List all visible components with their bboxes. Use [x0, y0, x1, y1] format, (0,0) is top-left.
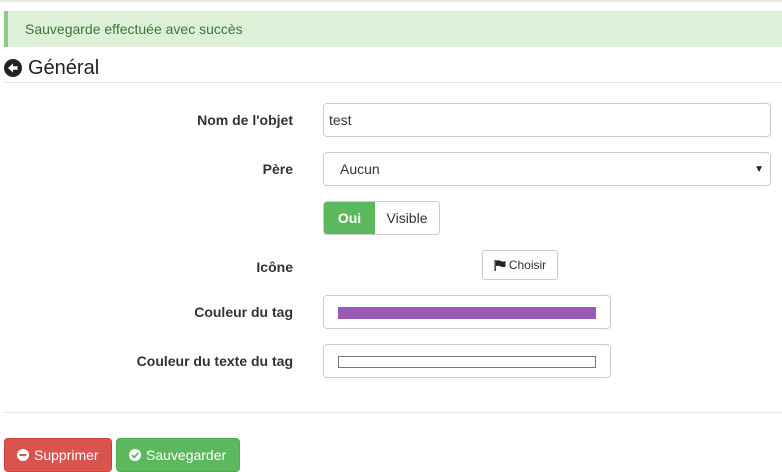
tag-text-color-swatch: [338, 356, 596, 368]
parent-select[interactable]: Aucun ▼: [323, 152, 771, 186]
delete-button-label: Supprimer: [34, 447, 99, 463]
page-title: Général: [4, 56, 99, 80]
tag-text-color-picker[interactable]: [323, 344, 611, 378]
save-button-label: Sauvegarder: [146, 447, 227, 463]
tag-color-label: Couleur du tag: [194, 304, 293, 320]
form-divider: [4, 412, 782, 413]
minus-circle-icon: [17, 449, 29, 461]
success-alert: Sauvegarde effectuée avec succès: [4, 11, 782, 47]
title-divider: [4, 82, 782, 83]
tag-color-swatch: [338, 307, 596, 319]
tag-color-picker[interactable]: [323, 295, 611, 329]
visibility-on-button[interactable]: Oui: [324, 202, 375, 234]
top-border: [0, 0, 782, 2]
parent-select-value: Aucun: [340, 161, 380, 177]
choose-icon-button[interactable]: Choisir: [482, 250, 558, 280]
check-circle-icon: [129, 449, 141, 461]
visibility-visible-button[interactable]: Visible: [375, 202, 439, 234]
visibility-toggle[interactable]: Oui Visible: [323, 201, 440, 235]
object-name-input[interactable]: [323, 103, 771, 137]
save-button[interactable]: Sauvegarder: [116, 438, 240, 472]
page-title-text: Général: [28, 56, 100, 79]
icon-label: Icône: [256, 259, 293, 275]
delete-button[interactable]: Supprimer: [4, 438, 112, 472]
object-name-label: Nom de l'objet: [197, 112, 293, 128]
tag-text-color-label: Couleur du texte du tag: [136, 353, 293, 369]
choose-button-label: Choisir: [508, 258, 547, 272]
arrow-circle-left-icon[interactable]: [4, 59, 22, 77]
chevron-down-icon: ▼: [754, 163, 764, 175]
alert-message: Sauvegarde effectuée avec succès: [25, 21, 243, 37]
parent-label: Père: [262, 161, 293, 177]
flag-icon: [494, 259, 506, 271]
